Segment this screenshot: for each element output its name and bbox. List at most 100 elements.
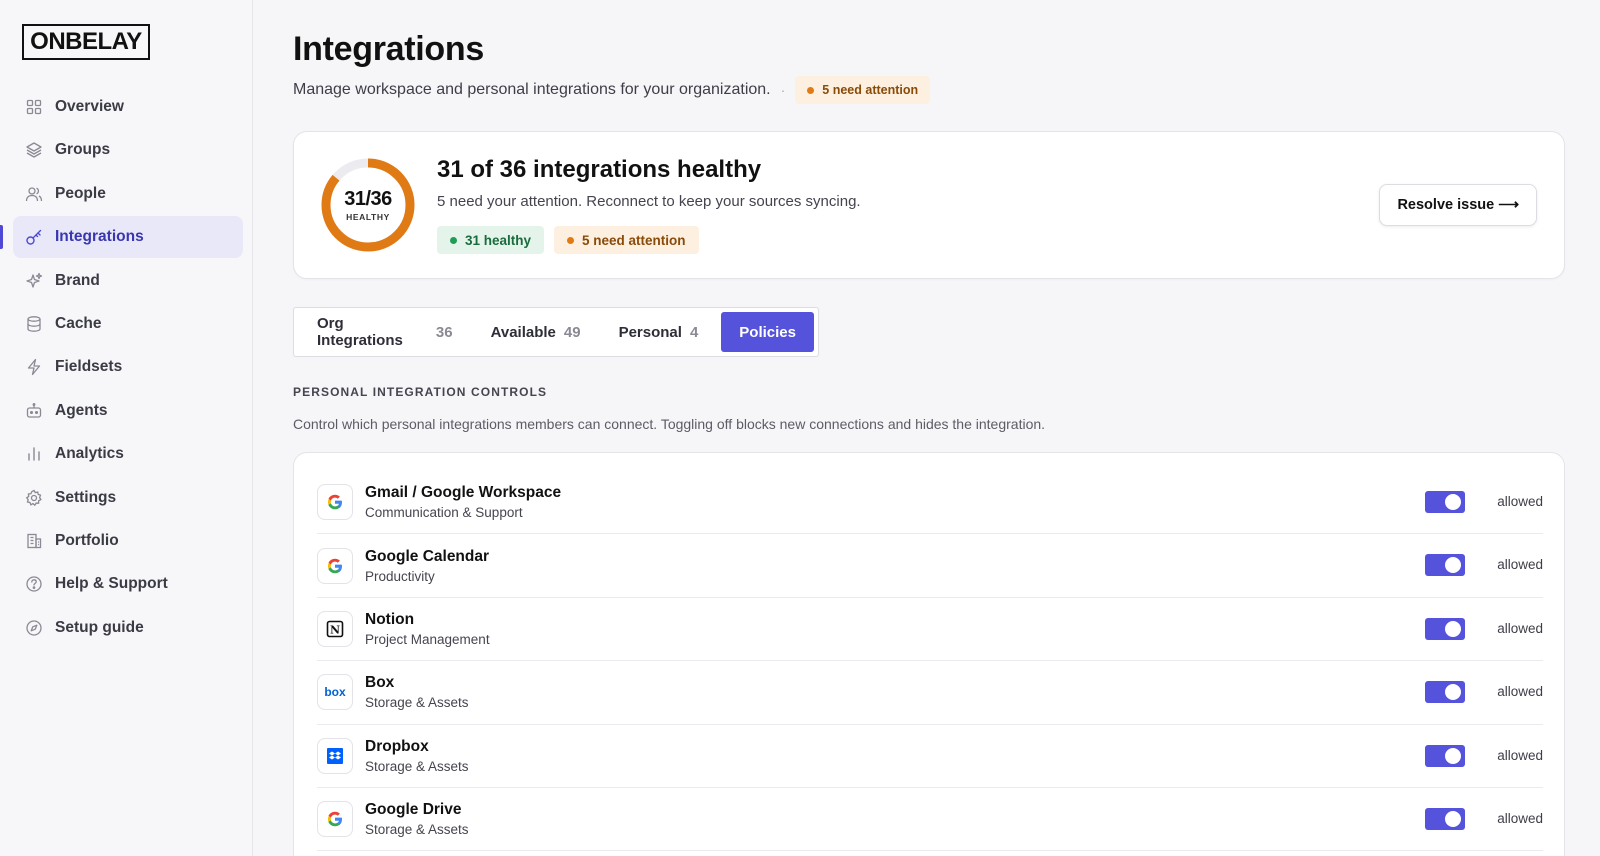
tab-count: 36 [435,323,453,341]
sidebar-item-brand[interactable]: Brand [13,260,243,302]
integration-row: Gmail / Google Workspace Communication &… [317,471,1543,535]
integration-row: Google Calendar Productivity allowed [317,534,1543,598]
integration-category: Project Management [365,631,490,647]
svg-text:box: box [324,685,346,699]
allow-toggle[interactable] [1425,744,1465,767]
allow-toggle[interactable] [1425,807,1465,830]
health-ring-label: 31/36 HEALTHY [320,157,416,253]
toggle-status: allowed [1497,494,1543,509]
bolt-icon [25,358,43,376]
integration-category: Storage & Assets [365,695,469,711]
integration-info: Notion Project Management [365,611,490,647]
allow-toggle[interactable] [1425,554,1465,577]
sidebar-item-overview[interactable]: Overview [13,86,243,128]
health-subtitle: 5 need your attention. Reconnect to keep… [437,193,861,210]
database-icon [25,315,43,333]
integration-category: Communication & Support [365,505,523,521]
tab-policies[interactable]: Policies [721,312,814,352]
toggle-status: allowed [1497,747,1543,763]
integration-name: Google Drive [365,801,462,819]
toggle-status: allowed [1497,557,1543,573]
sidebar-item-agents[interactable]: Agents [13,390,243,432]
building-icon [25,532,43,550]
integration-category: Productivity [365,568,435,584]
allow-toggle[interactable] [1425,617,1465,640]
integration-row: N Notion Project Management allowed [317,598,1543,662]
sidebar-item-label: Setup guide [55,618,144,636]
dropbox-icon [317,737,353,774]
sparkle-icon [25,272,43,290]
integration-name: Notion [365,610,415,628]
page-title: Integrations [293,30,484,68]
sidebar-item-help-support[interactable]: Help & Support [13,563,243,605]
sidebar-item-settings[interactable]: Settings [13,477,243,519]
integration-name: Dropbox [365,737,429,755]
status-dot [807,86,815,94]
health-ring-value: 31/36 [344,188,392,210]
toggle-status: allowed [1497,620,1543,636]
sidebar-item-label: Cache [55,314,102,332]
sidebar-item-label: Portfolio [55,531,119,549]
sidebar-item-label: People [55,184,106,202]
sidebar-item-analytics[interactable]: Analytics [13,433,243,475]
integration-info: Box Storage & Assets [365,674,469,710]
tab-count: 4 [689,323,699,341]
healthy-badge-label: 31 healthy [465,232,532,248]
resolve-issue-button[interactable]: Resolve issue ⟶ [1379,184,1537,226]
separator-dot: · [780,82,786,98]
google-icon [317,801,353,838]
google-icon [317,484,353,521]
allow-toggle[interactable] [1425,491,1465,513]
sidebar-item-label: Agents [55,401,108,419]
integration-row: Google Drive Storage & Assets allowed [317,788,1543,852]
help-icon [25,575,43,593]
needs-attention-badge-label: 5 need attention [582,232,686,248]
integration-tabs: Org Integrations 36 Available 49 Persona… [293,307,819,357]
integration-row: box Box Storage & Assets allowed [317,661,1543,725]
page-subtitle: Manage workspace and personal integratio… [293,81,771,98]
logo-text: ONBELAY [30,28,142,55]
compass-icon [25,619,43,637]
gear-icon [25,489,43,507]
health-summary-card: 31/36 HEALTHY 31 of 36 integrations heal… [293,131,1565,279]
needs-attention-badge: 5 need attention [554,226,699,254]
integration-name: Google Calendar [365,547,490,565]
integration-info: Google Drive Storage & Assets [365,801,469,837]
layers-icon [25,141,43,159]
sidebar-item-label: Overview [55,98,124,115]
allow-toggle[interactable] [1425,681,1465,704]
tab-count: 49 [563,323,581,341]
sidebar-item-groups[interactable]: Groups [13,129,243,171]
sidebar-item-label: Groups [55,141,111,159]
sidebar-item-portfolio[interactable]: Portfolio [13,520,243,562]
healthy-badge: 31 healthy [437,226,545,254]
tab-personal[interactable]: Personal 4 [600,312,718,352]
sidebar-item-setup-guide[interactable]: Setup guide [13,607,243,649]
key-icon [25,228,43,246]
health-ring-caption: HEALTHY [346,212,390,222]
integration-name: Gmail / Google Workspace [365,484,562,502]
tab-label: Org Integrations [317,315,403,349]
sidebar: ONBELAY Overview Groups People Integrati… [0,0,253,856]
sidebar-item-cache[interactable]: Cache [13,303,243,345]
onbelay-logo[interactable]: ONBELAY [22,24,150,60]
notion-icon: N [317,610,353,647]
tab-org-integrations[interactable]: Org Integrations 36 [298,312,472,352]
bar-chart-icon [25,445,43,463]
google-icon [317,547,353,584]
svg-text:N: N [330,623,340,636]
integration-info: Google Calendar Productivity [365,548,489,584]
tab-label: Available [490,323,556,341]
toggle-status: allowed [1497,684,1543,700]
sidebar-item-integrations[interactable]: Integrations [0,216,243,259]
robot-icon [25,402,43,420]
integration-row: Dropbox Storage & Assets allowed [317,725,1543,788]
integration-category: Storage & Assets [365,822,469,838]
grid-icon [25,98,43,116]
health-badges: 31 healthy 5 need attention [437,226,709,254]
sidebar-item-fieldsets[interactable]: Fieldsets [13,346,243,388]
tab-available[interactable]: Available 49 [472,312,600,352]
sidebar-item-people[interactable]: People [13,173,243,215]
active-indicator [0,225,3,250]
health-title: 31 of 36 integrations healthy [437,156,762,183]
